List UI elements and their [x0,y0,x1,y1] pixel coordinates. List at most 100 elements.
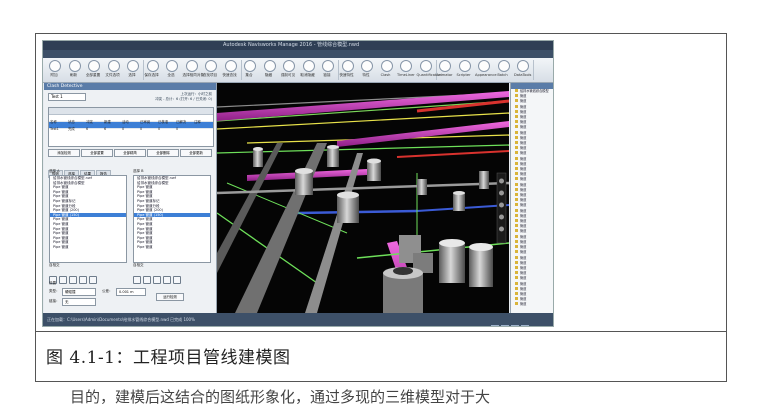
ribbon-group-divider [533,60,534,80]
folder-icon [515,161,518,165]
ribbon-button-icon[interactable] [127,60,139,72]
ribbon-button-icon[interactable] [244,60,256,72]
status-text: 正在加载：C:\Users\Admin\Documents\给排水管线综合模型.… [47,317,195,322]
figure-caption: 图 4.1-1：工程项目管线建模图 [46,348,291,368]
ribbon-button-icon[interactable] [166,60,178,72]
tree-node[interactable]: 管道 [511,302,553,307]
folder-icon [515,177,518,181]
ribbon-button-label: 快速查找 [222,73,237,77]
ribbon-button-icon[interactable] [49,60,61,72]
ribbon-button-icon[interactable] [185,60,198,72]
tree-node-label: 管道 [520,177,527,182]
ribbon-button-icon[interactable] [205,60,217,72]
ribbon-button-icon[interactable] [439,60,451,72]
ribbon-button-icon[interactable] [517,60,529,72]
title-bar: Autodesk Navisworks Manage 2016 - 管线综合模型… [43,41,553,57]
ribbon-button-icon[interactable] [400,60,412,72]
ribbon-button-icon[interactable] [68,60,81,72]
ribbon-button-icon[interactable] [88,60,100,72]
clash-action-button[interactable]: 添加检测 [48,149,80,157]
ribbon-button-icon[interactable] [380,60,393,72]
tree-node-label: 管道 [520,156,527,161]
run-test-button[interactable]: 运行检测 [156,293,184,301]
ribbon-button-label: TimeLiner [397,73,415,77]
folder-icon [515,255,518,259]
clash-detective-panel: Clash Detective Test 1 上次运行：小时之前 冲突 - 总计… [44,83,217,313]
clash-action-button[interactable]: 全部精简 [114,149,146,157]
tree-node[interactable]: Pipe 管道 [50,245,126,250]
ribbon-button-icon[interactable] [478,60,490,72]
ribbon-button-icon[interactable] [263,60,276,72]
table-cell: 0 [104,134,107,138]
clash-action-button[interactable]: 全部删除 [147,149,179,157]
folder-icon [515,250,518,254]
ribbon-button-label: Batch [497,73,508,77]
folder-icon [515,208,518,212]
folder-icon [515,167,518,171]
window-controls[interactable] [524,42,550,57]
ribbon-button-label: Animator [436,73,453,77]
selection-b-tools[interactable] [133,269,183,284]
tree-node-label: 管道 [520,187,527,192]
ribbon-tabs: 常用视点审阅动画查看输出BIM 360渲染附加模块 [43,50,553,68]
table-row[interactable]: Test1完成660000 [49,115,213,131]
self-intersect-b[interactable]: 自相交 [133,263,144,268]
ribbon-button-icon[interactable] [458,60,471,72]
tree-node-label: 管道 [520,203,527,208]
folder-icon [515,156,518,160]
clash-action-button[interactable]: 全部重置 [81,149,113,157]
tree-node-label: 管道 [520,260,527,265]
table-row[interactable]: Test2 旧 0 0 0 0 0 0 [49,122,213,138]
status-icons[interactable] [489,316,549,326]
folder-icon [515,260,518,264]
tolerance-input[interactable]: 0.001 m [116,288,146,296]
ribbon-button-icon[interactable] [419,60,432,72]
type-select[interactable]: 硬碰撞 [62,288,96,296]
tree-node-label: 管道 [520,161,527,166]
table-header: 名称状态冲突新建活动已审阅已核准已解决注释 [49,108,213,124]
ribbon-button-label: Clash [380,73,391,77]
tree-node-label: 管道 [520,297,527,302]
folder-icon [515,234,518,238]
ribbon-button-icon[interactable] [146,60,159,72]
ribbon-button-icon[interactable] [302,60,315,72]
selection-a-tree[interactable]: 给排水管线综合模型.nwf 给排水管线综合模型 Pipe 管道 Pipe 管道 … [49,175,127,263]
ribbon-button-label: 刷新 [69,73,78,77]
pipeline-model-render [217,83,509,313]
tree-node-label: 管道 [520,104,527,109]
folder-icon [515,146,518,150]
software-screenshot: Autodesk Navisworks Manage 2016 - 管线综合模型… [42,40,554,327]
ribbon-button-label: 文件选项 [105,73,120,77]
body-text-fragment: 目的，建模后这结合的图纸形象化，通过多现的三维模型对于大 [70,388,491,406]
folder-icon [515,115,518,119]
tree-node-label: 管道 [520,250,527,255]
selection-tree-panel[interactable]: 给排水管线综合模型 管道 管道 管道 管道 管道 管道 管道 管道 管道 管道 管道 管道 管道 管道 管道… [510,83,553,313]
folder-icon [515,130,518,134]
link-select[interactable]: 无 [62,298,96,306]
tree-node-label: 管道 [520,130,527,135]
tree-node-label: 管道 [520,281,527,286]
clash-action-button[interactable]: 全部更新 [180,149,212,157]
quick-access-toolbar[interactable] [45,42,105,57]
ribbon-button-icon[interactable] [361,60,373,72]
selection-b-tree[interactable]: 给排水管线综合模型.nwf 给排水管线综合模型 Pipe 管道 Pipe 管道 … [133,175,211,263]
tree-node-label: 管道 [520,276,527,281]
ribbon-button-icon[interactable] [341,60,354,72]
ribbon-button-label: 快速特性 [339,73,354,77]
ribbon-button-icon[interactable] [224,60,237,72]
folder-icon [515,193,518,197]
test-name-dropdown[interactable]: Test 1 [48,93,86,101]
folder-icon [515,151,518,155]
ribbon-button-icon[interactable] [322,60,334,72]
ribbon-button-label: 附加 [50,73,58,77]
3d-viewport[interactable] [217,83,509,313]
ribbon-button-icon[interactable] [283,60,295,72]
tree-node[interactable]: Pipe 管道 [134,245,210,250]
panel-title: Clash Detective [44,83,216,90]
ribbon-button-icon[interactable] [107,60,120,72]
navigation-bar[interactable] [496,172,507,244]
self-intersect-a[interactable]: 自相交 [49,263,60,268]
ribbon-button-icon[interactable] [497,60,510,72]
selection-a-tools[interactable] [49,269,99,284]
folder-icon [515,104,518,108]
